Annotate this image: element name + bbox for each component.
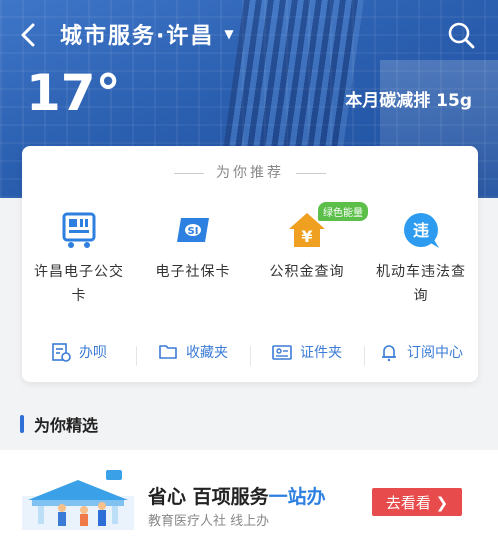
recommend-title: 为你推荐 xyxy=(22,162,478,182)
service-label: 许昌电子公交卡 xyxy=(34,264,124,304)
service-label: 公积金查询 xyxy=(269,264,345,280)
quick-link-label: 收藏夹 xyxy=(186,345,228,361)
recommend-card: 为你推荐 绿色能量 许昌电子公交卡 SI 电子社保卡 ¥ 公积金查询 违 机动车… xyxy=(22,146,478,382)
social-security-card-icon: SI xyxy=(177,218,209,242)
quick-links: 办呗 收藏夹 证件夹 订阅中心 xyxy=(22,332,478,372)
quick-link-label: 订阅中心 xyxy=(407,345,463,361)
traffic-violation-icon: 违 xyxy=(404,213,439,248)
carbon-reduction[interactable]: 本月碳减排 15g xyxy=(345,86,472,111)
task-icon xyxy=(52,343,71,362)
banner-headline-text: 省心 百项服务 xyxy=(148,486,269,508)
section-accent-bar xyxy=(20,415,24,433)
quick-link-label: 办呗 xyxy=(79,345,107,361)
service-hall-illustration xyxy=(22,470,134,530)
quick-link-documents[interactable]: 证件夹 xyxy=(250,342,364,366)
service-traffic-violation[interactable]: 违 机动车违法查询 xyxy=(364,210,478,308)
service-housing-fund[interactable]: ¥ 公积金查询 xyxy=(250,210,364,308)
folder-icon xyxy=(159,345,177,359)
service-social-security[interactable]: SI 电子社保卡 xyxy=(136,210,250,308)
section-title: 为你精选 xyxy=(34,416,99,435)
housing-fund-icon: ¥ xyxy=(289,213,325,247)
banner-headline: 省心 百项服务一站办 xyxy=(148,482,326,509)
service-label: 电子社保卡 xyxy=(155,264,231,280)
page-title: 城市服务·许昌 xyxy=(60,24,215,49)
quick-link-tasks[interactable]: 办呗 xyxy=(22,342,136,362)
temperature: 17° xyxy=(26,64,121,122)
quick-link-subscriptions[interactable]: 订阅中心 xyxy=(364,342,478,366)
bell-icon xyxy=(382,345,396,362)
svg-text:SI: SI xyxy=(188,226,199,237)
service-label: 机动车违法查询 xyxy=(376,264,466,304)
bus-card-icon xyxy=(62,212,96,248)
banner-subtext: 教育医疗人社 线上办 xyxy=(148,514,270,529)
city-selector[interactable]: 城市服务·许昌 ▼ xyxy=(60,18,236,50)
search-icon[interactable] xyxy=(446,20,476,50)
svg-text:违: 违 xyxy=(413,221,429,240)
quick-link-label: 证件夹 xyxy=(300,345,342,361)
featured-section-header: 为你精选 xyxy=(20,412,98,436)
svg-text:¥: ¥ xyxy=(301,227,312,246)
chevron-down-icon: ▼ xyxy=(224,27,236,41)
banner-headline-accent: 一站办 xyxy=(268,486,326,508)
quick-link-favorites[interactable]: 收藏夹 xyxy=(136,342,250,366)
back-arrow-icon[interactable] xyxy=(14,20,44,50)
service-grid: 许昌电子公交卡 SI 电子社保卡 ¥ 公积金查询 违 机动车违法查询 xyxy=(22,210,478,308)
service-bus-card[interactable]: 许昌电子公交卡 xyxy=(22,210,136,308)
go-see-button[interactable]: 去看看 ❯ xyxy=(372,488,462,516)
id-card-icon xyxy=(272,345,292,360)
